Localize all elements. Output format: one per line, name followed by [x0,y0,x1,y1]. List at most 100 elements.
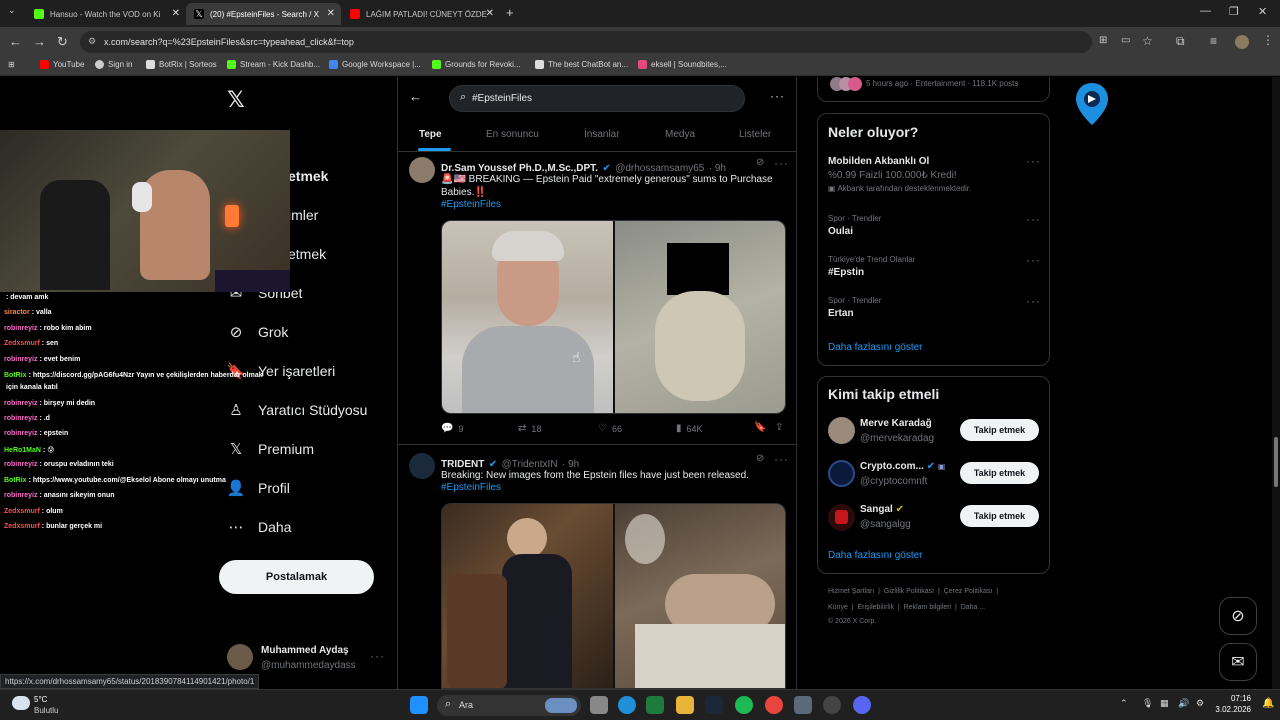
weather-temp[interactable]: 5°C [34,695,47,704]
suggested-name-row[interactable]: Crypto.com... ✔ ▣ [860,461,945,472]
footer-link-cookies[interactable]: Çerez Politikası [944,588,993,595]
tab-youtube[interactable]: LAĞIM PATLADI! CÜNEYT ÖZDE ✕ [342,3,500,25]
reply-button[interactable]: 💬 9 [441,423,463,434]
trend-more-icon[interactable]: ··· [1026,253,1041,267]
edge-icon[interactable] [618,696,636,714]
crypto-logo-icon[interactable] [828,460,855,487]
trend-more-icon[interactable]: ··· [1026,294,1041,308]
network-icon[interactable]: ▦ [1160,698,1169,709]
chrome-icon[interactable] [765,696,783,714]
excel-icon[interactable] [646,696,664,714]
minimize-button[interactable]: — [1200,5,1211,17]
bookmark-star-icon[interactable]: ☆ [1142,34,1153,48]
bookmark-kick-dashboard[interactable]: Stream - Kick Dashb... [227,60,320,69]
bookmark-google-workspace[interactable]: Google Workspace |... [329,60,421,69]
bookmark-chatbot[interactable]: The best ChatBot an... [535,60,628,69]
tweet-card[interactable]: TRIDENT ✔ @TridentxIN · 9h ⊘ ··· Breakin… [398,445,796,689]
discord-icon[interactable] [853,696,871,714]
app-icon[interactable] [794,696,812,714]
messages-float-button[interactable]: ✉ [1219,643,1257,681]
show-more-link[interactable]: Daha fazlasını göster [828,342,923,353]
site-info-icon[interactable]: ⚙ [88,36,96,47]
address-bar[interactable]: ⚙ x.com/search?q=%23EpsteinFiles&src=typ… [80,31,1092,53]
media-icon[interactable]: ≡ [1210,34,1217,48]
trend-item[interactable]: Spor · Trendler Ertan [828,296,881,319]
views-button[interactable]: ▮ 64K [676,423,703,434]
search-input[interactable]: ⌕ #EpsteinFiles [449,85,745,112]
like-button[interactable]: ♡ 66 [598,423,622,434]
extensions-icon[interactable]: ⧉ [1176,34,1185,49]
footer-link-terms[interactable]: Hizmet Şartları [828,588,874,595]
clock-time[interactable]: 07:16 [1215,694,1251,703]
suggested-handle[interactable]: @sangalgg [860,519,911,530]
tab-search-icon[interactable]: ⌄ [8,5,16,16]
follow-button[interactable]: Takip etmek [960,505,1039,527]
footer-link-imprint[interactable]: Künye [828,604,848,611]
tweet-card[interactable]: Dr.Sam Youssef Ph.D.,M.Sc.,DPT. ✔ @drhos… [398,152,796,444]
new-tab-button[interactable]: + [506,5,514,20]
tab-lists[interactable]: Listeler [739,129,771,140]
tweet-photo-left[interactable] [442,504,613,688]
apps-icon[interactable]: ⊞ [8,60,15,69]
trend-item[interactable]: Spor · Trendler Oulai [828,214,881,237]
avatar[interactable] [828,504,855,531]
bookmark-sign-in[interactable]: Sign in [95,60,132,69]
nav-item-premium[interactable]: 𝕏 Premium [226,440,314,458]
avatar[interactable] [409,453,435,479]
tray-chevron-icon[interactable]: ⌃ [1120,698,1128,709]
file-explorer-icon[interactable] [676,696,694,714]
window-close-button[interactable]: ✕ [1258,5,1267,18]
reload-icon[interactable]: ↻ [57,34,68,50]
clock-date[interactable]: 3.02.2026 [1211,705,1251,714]
suggested-name-row[interactable]: Sangal ✔ [860,504,904,515]
steam-icon[interactable] [705,696,723,714]
maximize-button[interactable]: ❐ [1229,5,1239,18]
nav-item-more[interactable]: ⋯ Daha [226,518,292,536]
trend-more-icon[interactable]: ··· [1026,154,1041,168]
account-more-icon[interactable]: ··· [370,649,385,663]
footer-link-ads[interactable]: Reklam bilgileri [904,604,951,611]
close-icon[interactable]: ✕ [172,8,180,19]
spotify-icon[interactable] [735,696,753,714]
tab-top[interactable]: Tepe [419,129,442,140]
tab-kick[interactable]: Hansuo - Watch the VOD on Ki ✕ [26,3,186,25]
tab-people[interactable]: İnsanlar [584,129,620,140]
avatar[interactable] [409,157,435,183]
suggested-name[interactable]: Merve Karadağ [860,418,932,429]
nav-item-profile[interactable]: 👤 Profil [226,479,290,497]
tweet-hashtag[interactable]: #EpsteinFiles [441,199,501,210]
bookmark-botrix[interactable]: BotRix | Sorteos [146,60,217,69]
back-icon[interactable]: ← [9,34,22,49]
volume-icon[interactable]: 🔊 [1178,698,1189,709]
avatar[interactable] [227,644,253,670]
microphone-icon[interactable]: 🎙 [1142,698,1153,709]
weather-desc[interactable]: Bulutlu [34,706,58,715]
grok-float-button[interactable]: ⊘ [1219,597,1257,635]
top-trend-card[interactable]: 5 hours ago · Entertainment · 118.1K pos… [817,77,1050,102]
tray-settings-icon[interactable]: ⚙ [1196,698,1204,709]
tab-x-search[interactable]: 𝕏 (20) #EpsteinFiles - Search / X ✕ [186,3,341,25]
tweet-hashtag[interactable]: #EpsteinFiles [441,482,501,493]
forward-icon[interactable]: → [33,34,46,49]
footer-link-accessibility[interactable]: Erişilebilirlik [857,604,894,611]
tweet-photo-left[interactable] [442,221,613,413]
task-view-icon[interactable] [590,696,608,714]
grok-icon[interactable]: ⊘ [756,157,764,168]
tweet-photo-right[interactable] [615,504,785,688]
translate-icon[interactable]: ⊞ [1099,35,1107,46]
suggested-handle[interactable]: @mervekaradag [860,433,934,444]
close-icon[interactable]: ✕ [486,8,494,19]
footer-link-more[interactable]: Daha ... [961,604,986,611]
show-more-link[interactable]: Daha fazlasını göster [828,550,923,561]
close-icon[interactable]: ✕ [327,8,335,19]
tweet-media[interactable] [441,220,786,414]
tweet-photo-right[interactable] [615,221,785,413]
bookmark-youtube[interactable]: YouTube [40,60,84,69]
tweet-more-icon[interactable]: ··· [774,452,789,466]
menu-icon[interactable]: ⋮ [1262,33,1274,47]
tweet-more-icon[interactable]: ··· [774,156,789,170]
follow-button[interactable]: Takip etmek [960,462,1039,484]
bookmark-eksell[interactable]: eksell | Soundbites,... [638,60,727,69]
avatar[interactable] [828,417,855,444]
footer-link-privacy[interactable]: Gizlilik Politikası [884,588,934,595]
